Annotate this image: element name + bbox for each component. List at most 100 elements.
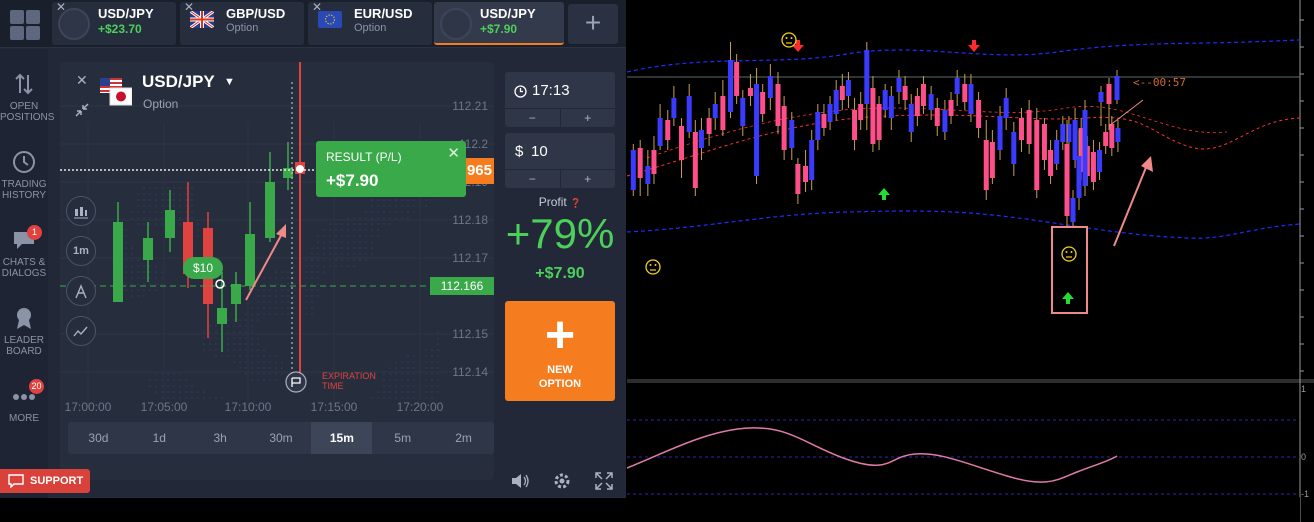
map-dot (137, 265, 139, 267)
indicators-icon[interactable] (66, 316, 96, 346)
mt4-chart[interactable]: <--00:57 1 0 -1 (627, 0, 1314, 522)
map-dot (317, 277, 319, 279)
map-dot (197, 391, 199, 393)
timeframe-1d[interactable]: 1d (129, 422, 190, 454)
map-dot (275, 373, 277, 375)
sidebar-item-trading-history[interactable]: TRADING HISTORY (0, 149, 48, 201)
smiley-icon (1061, 246, 1077, 262)
buy-arrow-icon (1062, 292, 1074, 304)
time-minus-button[interactable]: − (505, 109, 561, 127)
timeframe-3h[interactable]: 3h (190, 422, 251, 454)
add-tab-button[interactable]: + (568, 4, 618, 44)
map-dot (407, 211, 409, 213)
map-dot (281, 277, 283, 279)
map-dot (281, 373, 283, 375)
upper-band (627, 39, 1301, 73)
map-dot (275, 361, 277, 363)
price-level-label: 112.17 (452, 251, 488, 265)
map-dot (155, 277, 157, 279)
map-dot (263, 355, 265, 357)
map-dot (329, 241, 331, 243)
map-dot (437, 373, 439, 375)
grid-menu-icon[interactable] (6, 6, 42, 42)
amount-plus-button[interactable]: + (561, 170, 616, 188)
amount-minus-button[interactable]: − (505, 170, 561, 188)
map-dot (359, 217, 361, 219)
settings-gear-icon[interactable] (551, 470, 573, 492)
drawing-tool-icon[interactable] (66, 276, 96, 306)
candle-period-button[interactable]: 1m (66, 236, 96, 266)
map-dot (431, 397, 433, 399)
map-dot (125, 283, 127, 285)
mt4-chart-canvas[interactable] (627, 0, 1314, 522)
asset-tab[interactable]: ✕ GBP/USD Option (180, 0, 304, 45)
map-dot (293, 307, 295, 309)
chevron-down-icon[interactable]: ▼ (224, 76, 235, 88)
map-dot (377, 205, 379, 207)
map-dot (335, 265, 337, 267)
map-dot (161, 217, 163, 219)
chart-type-icon[interactable] (66, 196, 96, 226)
map-dot (359, 229, 361, 231)
fullscreen-icon[interactable] (593, 470, 615, 492)
map-dot (149, 193, 151, 195)
sidebar-item-open-positions[interactable]: OPEN POSITIONS (0, 71, 54, 123)
map-dot (245, 343, 247, 345)
timeframe-30d[interactable]: 30d (68, 422, 129, 454)
medal-icon (17, 308, 31, 329)
timeframe-5m[interactable]: 5m (372, 422, 433, 454)
candlestick-chart[interactable]: 112.21112.2112.19112.18112.17112.15112.1… (60, 62, 494, 480)
sidebar-item-chats[interactable]: CHATS & DIALOGS 1 (0, 225, 48, 279)
map-dot (137, 205, 139, 207)
map-dot (179, 379, 181, 381)
candle-body (1064, 144, 1070, 216)
map-dot (389, 373, 391, 375)
map-dot (185, 379, 187, 381)
asset-selector[interactable]: USD/JPY (142, 72, 215, 92)
map-dot (263, 307, 265, 309)
asset-tab-active[interactable]: USD/JPY +$7.90 (434, 2, 564, 45)
map-dot (395, 199, 397, 201)
timeframe-15m[interactable]: 15m (311, 422, 373, 454)
map-dot (137, 217, 139, 219)
tab-profit: +$23.70 (98, 22, 142, 36)
smiley-icon (645, 259, 661, 275)
sound-icon[interactable] (509, 470, 531, 492)
map-dot (251, 367, 253, 369)
asset-tab[interactable]: ✕ EUR/USD Option (308, 0, 432, 45)
map-dot (413, 361, 415, 363)
collapse-icon[interactable] (74, 102, 90, 118)
timeframe-selector: 30d 1d 3h 30m 15m 5m 2m (68, 422, 494, 454)
map-dot (245, 355, 247, 357)
map-dot (215, 331, 217, 333)
map-dot (131, 271, 133, 273)
map-dot (143, 199, 145, 201)
map-dot (335, 235, 337, 237)
close-popup-icon[interactable]: ✕ (447, 144, 460, 162)
clock-history-icon (13, 151, 35, 173)
tab-type: Option (226, 22, 259, 34)
price-chart[interactable]: 112.21112.2112.19112.18112.17112.15112.1… (60, 62, 494, 480)
sidebar-item-more[interactable]: MORE 20 (0, 379, 48, 424)
tab-pair: EUR/USD (354, 6, 413, 21)
expiry-time-input[interactable]: 17:13 − + (505, 72, 615, 127)
time-plus-button[interactable]: + (561, 109, 616, 127)
map-dot (281, 307, 283, 309)
map-dot (323, 253, 325, 255)
sidebar-item-leaderboard[interactable]: LEADER BOARD (0, 305, 48, 357)
map-dot (215, 319, 217, 321)
map-dot (305, 301, 307, 303)
candle-body (839, 86, 845, 100)
close-chart-icon[interactable]: ✕ (76, 72, 88, 89)
info-icon[interactable]: ❓ (570, 198, 581, 208)
map-dot (359, 247, 361, 249)
smiley-eye (649, 264, 652, 266)
timeframe-30m[interactable]: 30m (251, 422, 312, 454)
timeframe-2m[interactable]: 2m (433, 422, 494, 454)
support-button[interactable]: SUPPORT (0, 469, 90, 493)
map-dot (425, 199, 427, 201)
investment-amount-input[interactable]: $ 10 − + (505, 133, 615, 188)
new-option-button[interactable]: + NEW OPTION (505, 301, 615, 401)
smiley-eye (1065, 251, 1068, 253)
asset-tab[interactable]: ✕ USD/JPY +$23.70 (52, 0, 176, 45)
